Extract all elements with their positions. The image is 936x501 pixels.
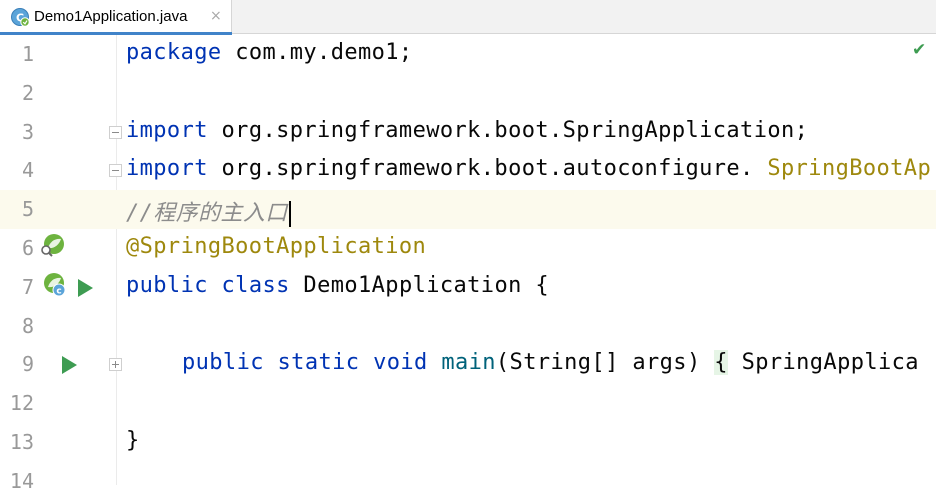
code-text: @SpringBootApplication <box>126 234 426 259</box>
code-line[interactable]: 13} <box>0 423 936 462</box>
annotation: @SpringBootApplication <box>126 234 427 259</box>
tab-label: Demo1Application.java <box>34 8 188 25</box>
close-icon[interactable]: × <box>210 8 222 24</box>
code-line[interactable]: 4 import org.springframework.boot.autocon… <box>0 151 936 190</box>
line-number[interactable]: 8 <box>0 314 34 338</box>
comment: //程序的主入口 <box>126 201 288 227</box>
line-number[interactable]: 12 <box>0 391 34 415</box>
fold-marker-icon[interactable] <box>109 164 122 178</box>
code-text: } <box>126 428 140 453</box>
svg-text:c: c <box>56 286 61 296</box>
keyword: void <box>373 350 428 376</box>
fold-plus-v <box>115 361 116 369</box>
spring-class-icon: C <box>11 8 30 27</box>
line-number[interactable]: 7 <box>0 275 34 299</box>
code-token: org.springframework.boot.autoconfigure. <box>221 156 754 182</box>
keyword: package <box>126 40 222 65</box>
code-token: org.springframework.boot.SpringApplicati… <box>221 117 809 143</box>
fold-marker-icon[interactable] <box>109 125 122 139</box>
expand-fold-icon[interactable] <box>109 358 122 372</box>
code-line[interactable]: 3 import org.springframework.boot.SpringA… <box>0 113 936 152</box>
tab-demo1application[interactable]: C Demo1Application.java × <box>0 0 232 35</box>
code-line[interactable]: 2 <box>0 74 936 113</box>
keyword: static <box>277 350 360 376</box>
text-caret <box>288 201 291 228</box>
code-line[interactable]: 5 //程序的主入口 <box>0 190 936 230</box>
line-number[interactable]: 6 <box>0 236 34 260</box>
code-text: import org.springframework.boot.SpringAp… <box>126 118 808 143</box>
code-editor[interactable]: 1 package com.my.demo1; 2 3 import org.sprin… <box>0 35 936 493</box>
code-token: SpringApplica <box>741 350 919 376</box>
keyword: import <box>126 117 208 143</box>
code-line[interactable]: 14 <box>0 462 936 501</box>
checkmark-icon[interactable]: ✔ <box>912 40 926 60</box>
keyword: public <box>182 350 264 376</box>
spring-bean-search-icon[interactable] <box>40 233 66 259</box>
line-number[interactable]: 13 <box>0 430 34 454</box>
line-number[interactable]: 3 <box>0 120 34 144</box>
fold-minus <box>112 131 119 133</box>
line-number[interactable]: 4 <box>0 158 34 182</box>
keyword: import <box>126 156 208 182</box>
code-token: Demo1Application { <box>303 272 550 298</box>
folded-brace: { <box>714 350 728 376</box>
code-line[interactable]: 9 public static void main(String[] args) … <box>0 345 936 384</box>
keyword: class <box>221 272 290 298</box>
method-name: main <box>441 350 496 376</box>
line-number[interactable]: 14 <box>0 469 34 493</box>
editor-tab-bar: C Demo1Application.java × <box>0 0 936 35</box>
code-line[interactable]: 7 public class Demo1Application { c <box>0 268 936 307</box>
line-number[interactable]: 5 <box>0 197 34 221</box>
code-text: public class Demo1Application { <box>126 273 549 298</box>
fold-minus <box>112 170 119 172</box>
code-text: //程序的主入口 <box>126 195 291 228</box>
line-number[interactable]: 2 <box>0 81 34 105</box>
code-token: } <box>126 428 140 453</box>
code-line[interactable]: 1 package com.my.demo1; <box>0 35 936 74</box>
spring-boot-class-icon[interactable]: c <box>40 272 66 298</box>
code-text: import org.springframework.boot.autoconf… <box>126 156 931 181</box>
run-main-icon[interactable] <box>60 355 78 375</box>
line-number[interactable]: 1 <box>0 42 34 66</box>
code-token: com.my.demo1; <box>235 40 413 65</box>
code-line[interactable]: 12 <box>0 384 936 423</box>
code-text: public static void main(String[] args) {… <box>182 350 919 376</box>
code-text: package com.my.demo1; <box>126 40 413 65</box>
line-number[interactable]: 9 <box>0 352 34 376</box>
code-token: (String[] args) <box>495 350 701 376</box>
code-line[interactable]: 8 <box>0 307 936 346</box>
run-class-icon[interactable] <box>76 278 94 298</box>
code-line[interactable]: 6 @SpringBootApplication <box>0 229 936 268</box>
keyword: public <box>126 272 208 298</box>
class-name: SpringBootAp <box>767 156 932 182</box>
